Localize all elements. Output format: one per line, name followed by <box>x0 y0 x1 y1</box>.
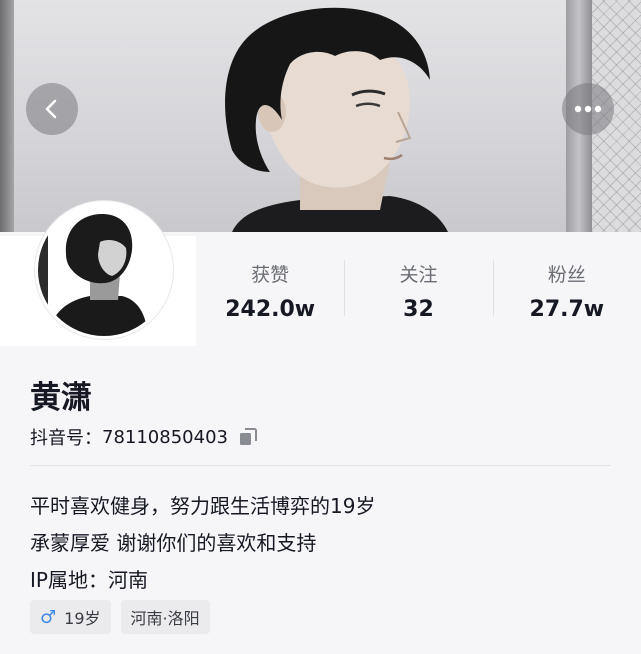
ip-value: 河南 <box>107 568 148 592</box>
bio-line: 平时喜欢健身，努力跟生活博弈的19岁 <box>30 494 376 518</box>
stat-value: 242.0w <box>225 297 316 322</box>
stat-label: 粉丝 <box>547 264 586 286</box>
avatar-photo <box>38 204 170 336</box>
douyin-id-label: 抖音号： <box>30 428 102 449</box>
ip-location: IP属地：河南 <box>30 564 148 593</box>
divider <box>30 465 611 466</box>
banner-person-photo <box>225 7 448 232</box>
douyin-id-row: 抖音号： 78110850403 <box>30 424 258 450</box>
stat-following[interactable]: 关注 32 <box>344 236 492 346</box>
gender-age-tag: ♂ 19岁 <box>30 600 111 634</box>
avatar[interactable] <box>35 201 173 339</box>
stat-value: 32 <box>403 297 434 322</box>
profile-name: 黄潇 <box>30 380 92 416</box>
profile-banner-image <box>0 0 641 232</box>
bio-line: 承蒙厚爱 谢谢你们的喜欢和支持 <box>30 531 317 555</box>
more-horizontal-icon <box>574 105 602 113</box>
male-icon: ♂ <box>40 606 57 628</box>
profile-stats: 获赞 242.0w 关注 32 粉丝 27.7w <box>196 236 641 346</box>
age-label: 19岁 <box>64 609 101 628</box>
stat-label: 获赞 <box>251 264 290 286</box>
stat-likes[interactable]: 获赞 242.0w <box>196 236 344 346</box>
chevron-left-icon <box>45 99 57 119</box>
back-button[interactable] <box>26 83 78 135</box>
profile-page: 获赞 242.0w 关注 32 粉丝 27.7w 黄潇 抖音号： 7811085… <box>0 0 641 654</box>
stat-followers[interactable]: 粉丝 27.7w <box>492 236 641 346</box>
ip-label: IP属地： <box>30 568 108 592</box>
copy-icon[interactable] <box>238 427 258 447</box>
more-button[interactable] <box>562 83 614 135</box>
location-label: 河南·洛阳 <box>130 609 200 628</box>
stat-label: 关注 <box>399 264 438 286</box>
location-tag: 河南·洛阳 <box>120 600 210 634</box>
profile-tags: ♂ 19岁 河南·洛阳 <box>30 600 210 634</box>
stat-value: 27.7w <box>529 297 605 322</box>
douyin-id-value: 78110850403 <box>102 426 228 448</box>
